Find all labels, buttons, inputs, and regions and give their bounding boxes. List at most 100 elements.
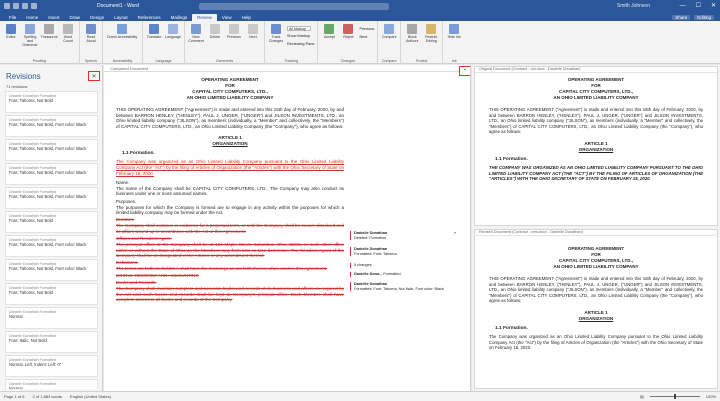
delete-comment-button[interactable]: Delete xyxy=(207,24,223,64)
title-bar: Document1 - Word Smith Johnson — ☐ ✕ xyxy=(0,0,720,12)
language-status[interactable]: English (United States) xyxy=(70,394,111,399)
redo-icon[interactable] xyxy=(31,3,37,9)
revision-item[interactable]: Danielle Donathan Formatted Font: Tahoma,… xyxy=(5,91,98,113)
compare-button[interactable]: Compare xyxy=(381,24,397,64)
revision-detail: Font: Tahoma, Not Bold, Font color: Blac… xyxy=(9,122,87,127)
revision-item[interactable]: Danielle Donathan Formatted Font: Tahoma,… xyxy=(5,211,98,233)
name-paragraph: The name of the Company shall be CAPITAL… xyxy=(116,185,344,197)
word-count[interactable]: 2 of 1,883 words xyxy=(32,394,62,399)
undo-icon[interactable] xyxy=(22,3,28,9)
zoom-level[interactable]: 100% xyxy=(706,394,716,399)
tab-mailings[interactable]: Mailings xyxy=(166,14,193,21)
revision-count[interactable]: 71 revisions xyxy=(6,84,27,89)
user-name[interactable]: Smith Johnson xyxy=(617,3,650,9)
revision-item[interactable]: Danielle Donathan Formatted Font: Tahoma,… xyxy=(5,187,98,209)
next-comment-button[interactable]: Next xyxy=(245,24,261,64)
word-count-button[interactable]: Word Count xyxy=(60,24,76,64)
track-changes-button[interactable]: Track Changes xyxy=(268,24,284,64)
close-window-button[interactable]: ✕ xyxy=(711,2,716,10)
status-bar: Page 1 of 6 2 of 1,883 words English (Un… xyxy=(0,391,720,401)
translate-button[interactable]: Translate xyxy=(146,24,162,64)
deleted-line: Duration. xyxy=(116,216,135,222)
revision-item[interactable]: Danielle Donathan Formatted Normal xyxy=(5,379,98,389)
revision-detail: Font: Tahoma, Not Bold, Font color: Blac… xyxy=(9,266,87,271)
revisions-pane: Revisions ✕ 71 revisions Danielle Donath… xyxy=(0,65,103,391)
balloon[interactable]: Danielle Donathan Formatted: Font: Tahoma… xyxy=(350,282,460,292)
balloon[interactable]: Danielle Donathan Formatted: Font: Tahoma xyxy=(350,247,460,257)
revision-item[interactable]: Danielle Donathan Formatted Font: Tahoma,… xyxy=(5,235,98,257)
previous-comment-button[interactable]: Previous xyxy=(226,24,242,64)
compared-document-page[interactable]: OPERATING AGREEMENT FOR CAPITAL CITY COM… xyxy=(114,77,346,303)
next-change-button[interactable]: Next xyxy=(359,34,374,40)
tab-home[interactable]: Home xyxy=(21,14,43,21)
previous-change-button[interactable]: Previous xyxy=(359,26,374,32)
tab-design[interactable]: Design xyxy=(85,14,109,21)
reject-button[interactable]: Reject xyxy=(340,24,356,64)
read-aloud-icon xyxy=(86,24,96,34)
tab-review[interactable]: Review xyxy=(192,14,217,21)
revision-detail: Font: Italic, Not Bold xyxy=(9,338,47,343)
revision-item[interactable]: Danielle Donathan Formatted Font: Tahoma,… xyxy=(5,283,98,305)
read-aloud-button[interactable]: Read Aloud xyxy=(83,24,99,64)
editor-button[interactable]: Editor xyxy=(3,24,19,64)
hide-ink-button[interactable]: Hide Ink xyxy=(446,24,462,64)
balloon[interactable]: 5 changes xyxy=(350,263,460,268)
maximize-button[interactable]: ☐ xyxy=(696,2,701,10)
formation-paragraph: The Company was organized as an Ohio Lim… xyxy=(116,159,344,176)
deleted-line: Definitions. xyxy=(116,259,139,265)
close-icon[interactable]: ✕ xyxy=(88,71,100,81)
markup-select[interactable]: All Markup xyxy=(287,25,314,31)
balloon[interactable]: Danielle Donathan Deleted: Formation ▾ xyxy=(350,230,460,241)
balloon[interactable]: Danielle Dona... Formatted xyxy=(350,272,460,277)
document-header: Compared Document xyxy=(104,65,470,72)
block-authors-button[interactable]: Block Authors xyxy=(404,24,420,64)
minimize-button[interactable]: — xyxy=(680,2,686,10)
save-icon[interactable] xyxy=(13,3,19,9)
search-input[interactable] xyxy=(198,2,389,10)
tab-help[interactable]: Help xyxy=(237,14,256,21)
accept-button[interactable]: Accept xyxy=(321,24,337,64)
tab-draw[interactable]: Draw xyxy=(65,14,86,21)
track-changes-icon xyxy=(271,24,281,34)
revision-item[interactable]: Danielle Donathan Formatted Font: Tahoma,… xyxy=(5,163,98,185)
revision-item[interactable]: Danielle Donathan Formatted Normal, Left,… xyxy=(5,355,98,377)
revision-item[interactable]: Danielle Donathan Formatted Font: Italic,… xyxy=(5,331,98,353)
revision-item[interactable]: Danielle Donathan Formatted Font: Tahoma,… xyxy=(5,139,98,161)
revision-item[interactable]: Danielle Donathan Formatted Font: Tahoma,… xyxy=(5,115,98,137)
new-comment-icon xyxy=(191,24,201,34)
deleted-line: Books and Records. xyxy=(116,279,157,285)
tab-view[interactable]: View xyxy=(217,14,237,21)
zoom-thumb[interactable] xyxy=(673,394,676,399)
show-markup-button[interactable]: Show Markup xyxy=(287,33,314,39)
new-comment-button[interactable]: New Comment xyxy=(188,24,204,64)
page-count[interactable]: Page 1 of 6 xyxy=(4,394,24,399)
deleted-line: The Company shall continue in existence … xyxy=(116,223,344,234)
revision-detail: Normal xyxy=(9,386,23,389)
ribbon-group-speech: Read Aloud Speech xyxy=(80,21,103,64)
revision-item[interactable]: Danielle Donathan Formatted Normal xyxy=(5,307,98,329)
tab-references[interactable]: References xyxy=(133,14,166,21)
orig-title-line: AN OHIO LIMITED LIABILITY COMPANY xyxy=(553,95,639,100)
share-button[interactable]: Share xyxy=(672,15,691,20)
ribbon-group-proofing: Editor Spelling and Grammar Thesaurus Wo… xyxy=(0,21,80,64)
thesaurus-button[interactable]: Thesaurus xyxy=(41,24,58,64)
zoom-slider[interactable] xyxy=(649,394,700,399)
restrict-editing-button[interactable]: Restrict Editing xyxy=(423,24,439,64)
revision-item[interactable]: Danielle Donathan Formatted Font: Tahoma,… xyxy=(5,259,98,281)
original-document-pane[interactable]: Original Document (Contract - old.docx -… xyxy=(474,66,718,226)
tab-insert[interactable]: Insert xyxy=(43,14,64,21)
tab-layout[interactable]: Layout xyxy=(109,14,133,21)
language-button[interactable]: Language xyxy=(165,24,181,64)
check-accessibility-button[interactable]: Check Accessibility xyxy=(106,24,138,64)
ribbon-group-compare: Compare Compare xyxy=(378,21,402,64)
collapse-icon[interactable]: ⌃ xyxy=(459,66,470,76)
editing-mode-button[interactable]: Editing xyxy=(694,15,714,20)
orig-article-title: ORGANIZATION xyxy=(578,146,614,152)
tab-file[interactable]: File xyxy=(4,14,21,21)
spelling-button[interactable]: Spelling and Grammar xyxy=(22,24,38,64)
revised-document-pane[interactable]: Revised Document (Contract - new.docx - … xyxy=(474,229,718,389)
reject-icon xyxy=(343,24,354,34)
reviewing-pane-button[interactable]: Reviewing Pane xyxy=(287,41,314,47)
autosave-icon[interactable] xyxy=(4,3,10,9)
view-mode-icon[interactable]: ▤ xyxy=(640,394,644,399)
